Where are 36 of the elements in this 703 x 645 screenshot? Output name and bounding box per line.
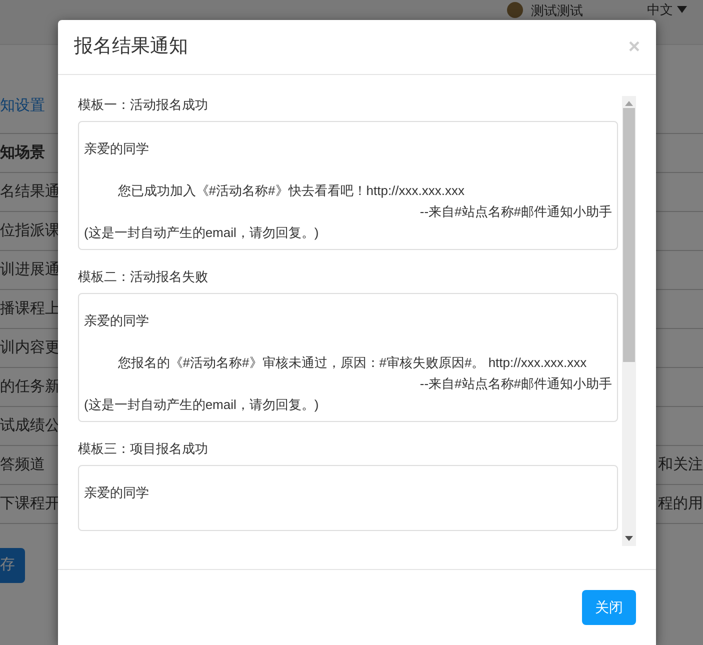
signature-text: --来自#站点名称#邮件通知小助手 bbox=[418, 375, 612, 394]
table-cell-text: 和关注 bbox=[658, 454, 703, 475]
template-label: 模板一：活动报名成功 bbox=[78, 96, 209, 114]
template-box[interactable]: 亲爱的同学 您已成功加入《#活动名称#》快去看看吧！http://xxx.xxx.xxx --来自#站点名称#邮件通知小助手 (这是一封自动产生的email，请勿回复。) bbox=[78, 120, 618, 250]
close-button[interactable]: 关闭 bbox=[582, 590, 636, 625]
greeting-text: 亲爱的同学 bbox=[84, 140, 150, 158]
table-header: 知场景 bbox=[0, 142, 45, 163]
table-cell-text: 答频道 bbox=[0, 454, 45, 475]
table-cell-text: 训进展通 bbox=[0, 260, 60, 280]
table-cell-text: 位指派课 bbox=[0, 220, 60, 241]
note-text: (这是一封自动产生的email，请勿回复。) bbox=[84, 224, 320, 242]
note-text: (这是一封自动产生的email，请勿回复。) bbox=[84, 396, 320, 414]
table-cell-text: 试成绩公 bbox=[0, 416, 60, 436]
table-cell-text: 名结果通 bbox=[0, 182, 60, 202]
template-box[interactable]: 亲爱的同学 您报名的《#活动名称#》审核未通过，原因：#审核失败原因#。 http://xxx.xxx.xxx --来自#站点名称#邮件通知小助手 (这是一封自动产生的email，请勿回复。) bbox=[78, 293, 618, 422]
table-cell-text: 训内容更 bbox=[0, 338, 60, 358]
scroll-down-icon[interactable] bbox=[625, 536, 633, 541]
table-cell-text: 播课程上 bbox=[0, 298, 60, 319]
body-text: 您报名的《#活动名称#》审核未通过，原因：#审核失败原因#。 http://xxx.xxx.xxx bbox=[116, 354, 588, 372]
template-label: 模板二：活动报名失败 bbox=[78, 268, 209, 286]
username[interactable]: 测试测试 bbox=[531, 2, 583, 18]
caret-icon bbox=[677, 6, 687, 13]
template-label: 模板三：项目报名成功 bbox=[78, 440, 209, 458]
greeting-text: 亲爱的同学 bbox=[84, 484, 150, 502]
table-cell-text: 程的用 bbox=[658, 494, 703, 514]
body-text: 您已成功加入《#活动名称#》快去看看吧！http://xxx.xxx.xxx bbox=[116, 182, 466, 200]
avatar bbox=[507, 2, 523, 18]
template-box[interactable]: 亲爱的同学 bbox=[78, 465, 618, 532]
modal-title: 报名结果通知 bbox=[74, 34, 188, 59]
language-menu[interactable]: 中文 bbox=[647, 2, 673, 17]
table-cell-text: 下课程开 bbox=[0, 494, 60, 514]
greeting-text: 亲爱的同学 bbox=[84, 312, 150, 330]
table-cell-text: 的任务新 bbox=[0, 376, 60, 397]
signature-text: --来自#站点名称#邮件通知小助手 bbox=[418, 202, 612, 221]
save-button[interactable]: 存 bbox=[0, 548, 25, 582]
scrollbar[interactable] bbox=[622, 96, 636, 546]
